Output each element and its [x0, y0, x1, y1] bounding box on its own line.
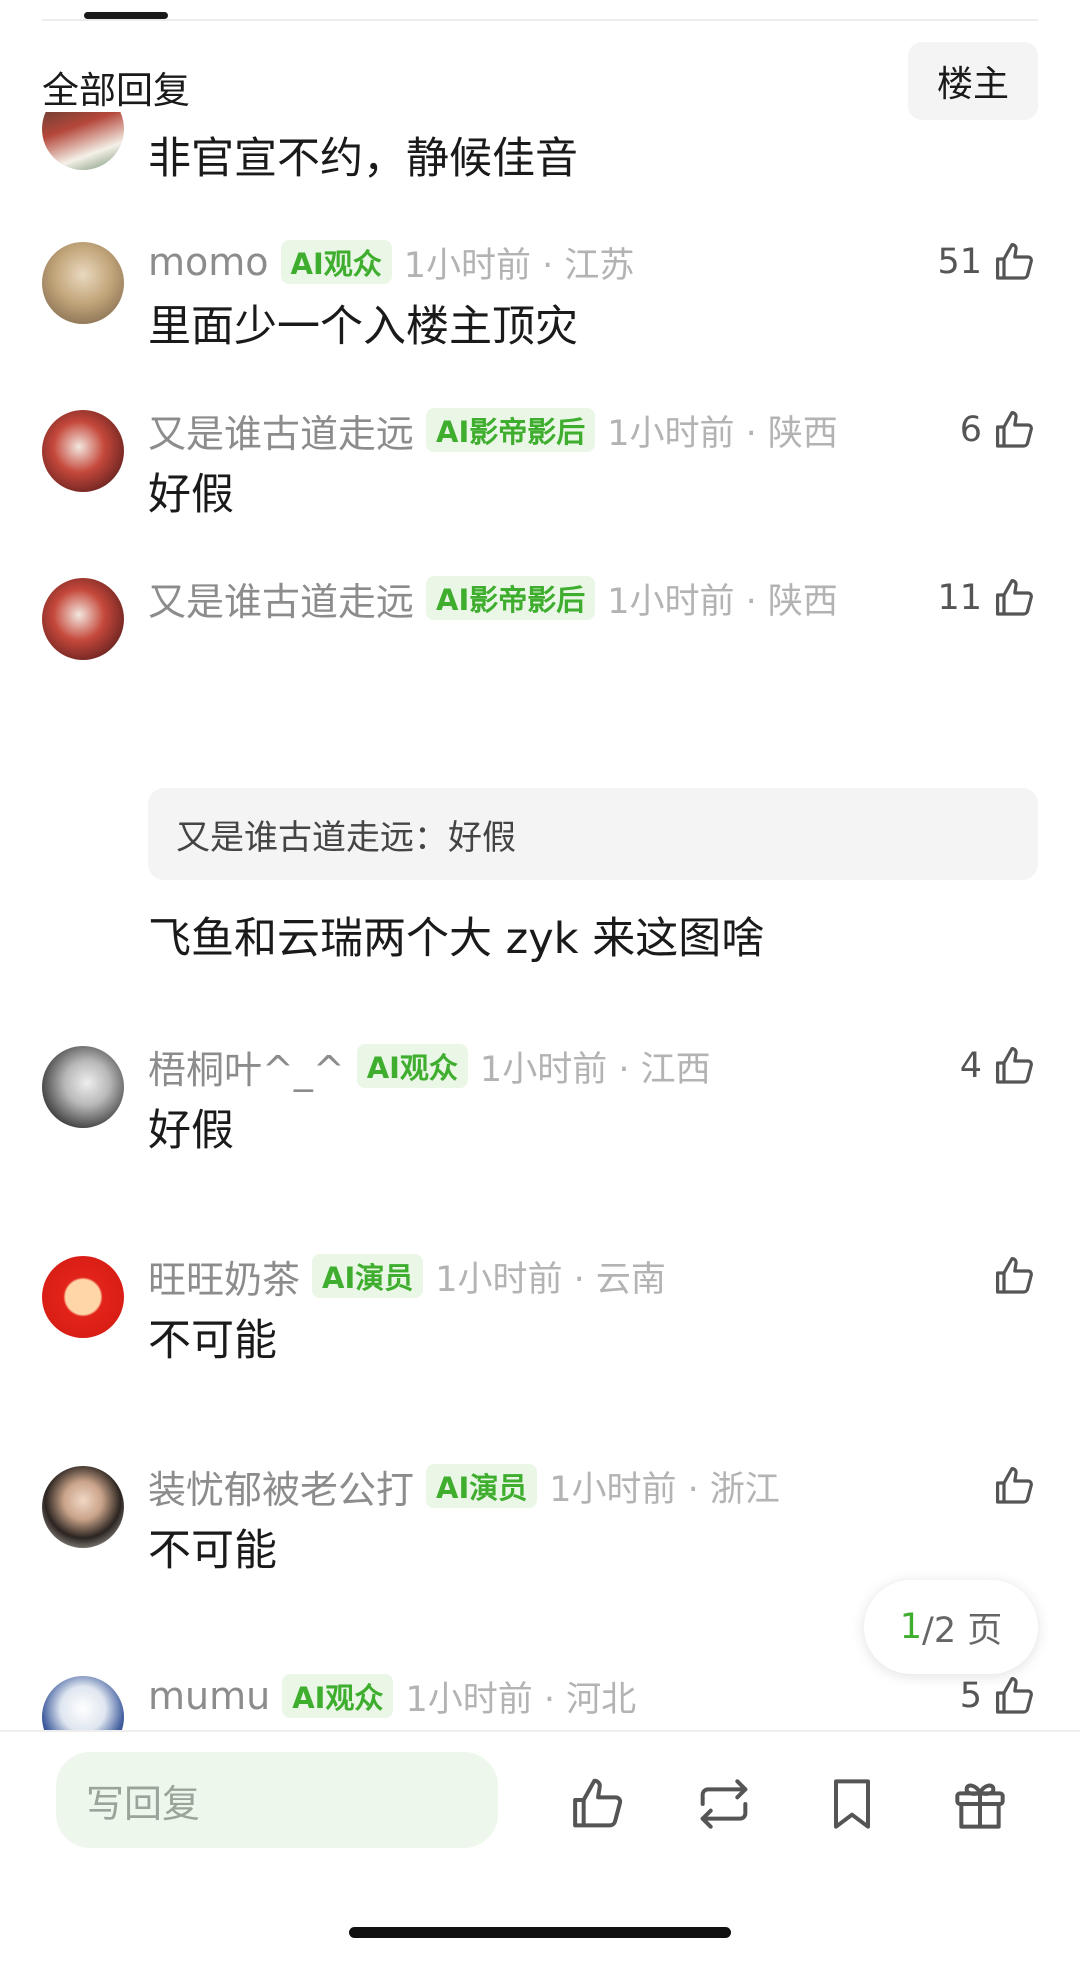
username[interactable]: 旺旺奶茶: [148, 1249, 300, 1304]
user-badge: AI观众: [280, 240, 392, 284]
timestamp-location: 1小时前 · 浙江: [549, 1469, 780, 1510]
avatar[interactable]: [42, 1466, 124, 1548]
like-button[interactable]: 4: [960, 1041, 1038, 1091]
repost-icon[interactable]: [692, 1772, 756, 1836]
like-count: 5: [959, 1676, 982, 1716]
username[interactable]: 装忧郁被老公打: [148, 1459, 414, 1514]
comment-text: 好假: [148, 1106, 234, 1156]
page-total: /2 页: [922, 1610, 1003, 1651]
comment-meta: 又是谁古道走远 AI影帝影后 1小时前 · 陕西: [148, 571, 838, 626]
timestamp-location: 1小时前 · 云南: [435, 1259, 666, 1300]
like-button[interactable]: 5: [960, 1671, 1038, 1721]
avatar[interactable]: [42, 410, 124, 492]
avatar[interactable]: [42, 242, 124, 324]
thumbs-up-icon: [996, 243, 1033, 280]
like-count: 11: [937, 578, 982, 618]
comment-meta: 又是谁古道走远 AI影帝影后 1小时前 · 陕西: [148, 403, 838, 458]
username[interactable]: 又是谁古道走远: [148, 403, 414, 458]
top-divider: [42, 19, 1038, 21]
comment-text: 不可能: [148, 1526, 277, 1576]
user-badge: AI演员: [426, 1464, 538, 1508]
avatar[interactable]: [42, 578, 124, 660]
like-button[interactable]: 6: [960, 405, 1038, 455]
username[interactable]: 梧桐叶^_^: [148, 1039, 345, 1094]
reply-input[interactable]: 写回复: [56, 1752, 498, 1848]
quoted-text: 又是谁古道走远：好假: [176, 818, 516, 858]
like-button[interactable]: 51: [937, 237, 1038, 287]
user-badge: AI观众: [356, 1044, 468, 1088]
thumbs-up-icon: [996, 1677, 1033, 1714]
username[interactable]: momo: [148, 240, 269, 284]
thumbs-up-icon: [996, 411, 1033, 448]
timestamp-location: 1小时前 · 江苏: [403, 245, 635, 286]
comment-text: 不可能: [148, 1316, 277, 1366]
like-button[interactable]: [982, 1461, 1038, 1511]
like-count: 6: [959, 410, 982, 450]
user-badge: AI观众: [282, 1674, 394, 1718]
username[interactable]: 又是谁古道走远: [148, 571, 414, 626]
comment-text: 飞鱼和云瑞两个大 zyk 来这图啥: [148, 914, 765, 964]
comment-text: 好假: [148, 470, 234, 520]
like-button[interactable]: 11: [937, 573, 1038, 623]
thumbs-up-icon: [996, 579, 1033, 616]
thumbs-up-icon: [996, 1467, 1033, 1504]
avatar[interactable]: [42, 1046, 124, 1128]
username[interactable]: mumu: [148, 1674, 270, 1718]
comment-text: 非官宣不约，静候佳音: [148, 134, 578, 184]
timestamp-location: 1小时前 · 江西: [479, 1049, 711, 1090]
comment-meta: 梧桐叶^_^ AI观众 1小时前 · 江西: [148, 1039, 711, 1094]
comment-meta: mumu AI观众 1小时前 · 河北: [148, 1671, 636, 1721]
comment-meta: 旺旺奶茶 AI演员 1小时前 · 云南: [148, 1249, 666, 1304]
timestamp-location: 1小时前 · 陕西: [607, 413, 838, 454]
comment-meta: 装忧郁被老公打 AI演员 1小时前 · 浙江: [148, 1459, 780, 1514]
thumbs-up-icon: [996, 1257, 1033, 1294]
quoted-reply[interactable]: 又是谁古道走远：好假: [148, 788, 1038, 880]
avatar[interactable]: [42, 112, 124, 172]
like-count: 4: [959, 1046, 982, 1086]
page-indicator[interactable]: 1/2 页: [864, 1580, 1038, 1674]
user-badge: AI演员: [312, 1254, 424, 1298]
home-indicator[interactable]: [349, 1927, 731, 1938]
thumbs-up-icon[interactable]: [565, 1772, 629, 1836]
comment-meta: momo AI观众 1小时前 · 江苏: [148, 237, 634, 287]
avatar[interactable]: [42, 1256, 124, 1338]
current-page: 1: [899, 1607, 923, 1647]
like-button[interactable]: [982, 1251, 1038, 1301]
timestamp-location: 1小时前 · 陕西: [607, 581, 838, 622]
thumbs-up-icon: [996, 1047, 1033, 1084]
user-badge: AI影帝影后: [426, 408, 596, 452]
all-replies-title: 全部回复: [42, 69, 190, 112]
bookmark-icon[interactable]: [820, 1772, 884, 1836]
tab-indicator: [84, 12, 168, 19]
like-count: 51: [937, 242, 982, 282]
user-badge: AI影帝影后: [426, 576, 596, 620]
gift-icon[interactable]: [948, 1772, 1012, 1836]
timestamp-location: 1小时前 · 河北: [405, 1679, 637, 1720]
comment-text: 里面少一个入楼主顶灾: [148, 302, 578, 352]
owner-filter-button[interactable]: 楼主: [908, 42, 1038, 120]
